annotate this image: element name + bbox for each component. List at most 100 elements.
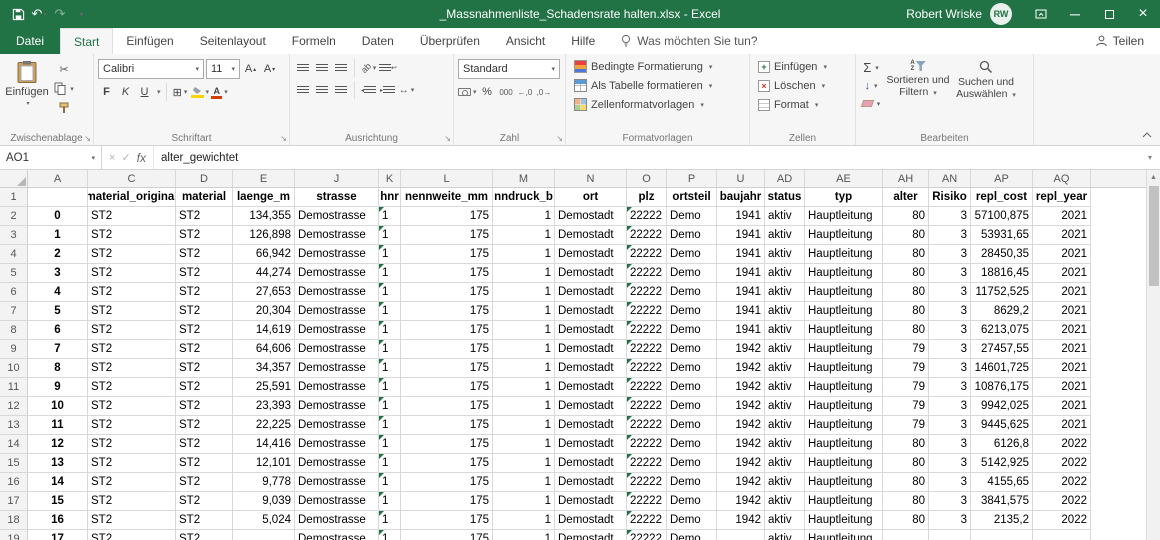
font-color-button[interactable]: A▾ [211,83,228,101]
cell-AP17[interactable]: 3841,575 [971,492,1033,511]
cell-C1[interactable]: material_original [88,188,176,207]
cell-J10[interactable]: Demostrasse [295,359,379,378]
cell-E13[interactable]: 22,225 [233,416,295,435]
copy-button[interactable]: ▾ [53,80,75,97]
cell-U15[interactable]: 1942 [717,454,765,473]
tab-hilfe[interactable]: Hilfe [558,28,608,54]
cell-N1[interactable]: ort [555,188,627,207]
cell-AQ18[interactable]: 2022 [1033,511,1091,530]
cell-AH10[interactable]: 79 [883,359,929,378]
cell-L12[interactable]: 175 [401,397,493,416]
font-dialog-launcher[interactable]: ↘ [280,135,287,143]
cell-AD11[interactable]: aktiv [765,378,805,397]
cell-L18[interactable]: 175 [401,511,493,530]
cell-AN7[interactable]: 3 [929,302,971,321]
tab-formeln[interactable]: Formeln [279,28,349,54]
cell-AQ16[interactable]: 2022 [1033,473,1091,492]
column-header-AN[interactable]: AN [929,170,971,187]
conditional-formatting-button[interactable]: Bedingte Formatierung ▾ [574,57,745,76]
cell-U2[interactable]: 1941 [717,207,765,226]
cell-J1[interactable]: strasse [295,188,379,207]
column-header-AQ[interactable]: AQ [1033,170,1091,187]
cell-AH7[interactable]: 80 [883,302,929,321]
cell-AQ11[interactable]: 2021 [1033,378,1091,397]
format-as-table-button[interactable]: Als Tabelle formatieren ▾ [574,76,745,95]
cell-O3[interactable]: 22222 [627,226,667,245]
cell-A10[interactable]: 8 [28,359,88,378]
cell-C15[interactable]: ST2 [88,454,176,473]
cell-A11[interactable]: 9 [28,378,88,397]
orientation-button[interactable]: ab▾ [360,59,377,77]
cell-N3[interactable]: Demostadt [555,226,627,245]
cell-E2[interactable]: 134,355 [233,207,295,226]
cell-M3[interactable]: 1 [493,226,555,245]
increase-indent-button[interactable]: ▸ [379,81,396,99]
cell-AD1[interactable]: status [765,188,805,207]
row-header-13[interactable]: 13 [0,416,28,435]
cell-AQ5[interactable]: 2021 [1033,264,1091,283]
cell-E18[interactable]: 5,024 [233,511,295,530]
cell-M7[interactable]: 1 [493,302,555,321]
merge-center-button[interactable]: ↔▾ [398,81,415,99]
cell-AQ14[interactable]: 2022 [1033,435,1091,454]
cell-AQ7[interactable]: 2021 [1033,302,1091,321]
row-header-12[interactable]: 12 [0,397,28,416]
cell-AN8[interactable]: 3 [929,321,971,340]
cell-styles-button[interactable]: Zellenformatvorlagen ▾ [574,95,745,114]
cell-J4[interactable]: Demostrasse [295,245,379,264]
cell-C5[interactable]: ST2 [88,264,176,283]
cell-AP15[interactable]: 5142,925 [971,454,1033,473]
cell-AH14[interactable]: 80 [883,435,929,454]
alignment-dialog-launcher[interactable]: ↘ [444,135,451,143]
row-header-11[interactable]: 11 [0,378,28,397]
cell-L15[interactable]: 175 [401,454,493,473]
cell-AN2[interactable]: 3 [929,207,971,226]
tab-ansicht[interactable]: Ansicht [493,28,558,54]
cell-J7[interactable]: Demostrasse [295,302,379,321]
cell-L3[interactable]: 175 [401,226,493,245]
cell-AN17[interactable]: 3 [929,492,971,511]
cell-O14[interactable]: 22222 [627,435,667,454]
cell-D12[interactable]: ST2 [176,397,233,416]
column-header-AH[interactable]: AH [883,170,929,187]
cell-N6[interactable]: Demostadt [555,283,627,302]
cell-D16[interactable]: ST2 [176,473,233,492]
cell-D6[interactable]: ST2 [176,283,233,302]
cell-AQ9[interactable]: 2021 [1033,340,1091,359]
cell-O10[interactable]: 22222 [627,359,667,378]
cell-AE2[interactable]: Hauptleitung [805,207,883,226]
row-header-9[interactable]: 9 [0,340,28,359]
tab-seitenlayout[interactable]: Seitenlayout [187,28,279,54]
row-header-7[interactable]: 7 [0,302,28,321]
cell-AD18[interactable]: aktiv [765,511,805,530]
cell-E11[interactable]: 25,591 [233,378,295,397]
cell-M16[interactable]: 1 [493,473,555,492]
cell-N8[interactable]: Demostadt [555,321,627,340]
cell-AN19[interactable] [929,530,971,540]
cell-C10[interactable]: ST2 [88,359,176,378]
column-header-O[interactable]: O [627,170,667,187]
cell-AH13[interactable]: 79 [883,416,929,435]
cell-AD13[interactable]: aktiv [765,416,805,435]
cell-L13[interactable]: 175 [401,416,493,435]
cell-AQ13[interactable]: 2021 [1033,416,1091,435]
cell-O4[interactable]: 22222 [627,245,667,264]
cell-AE12[interactable]: Hauptleitung [805,397,883,416]
cell-AH9[interactable]: 79 [883,340,929,359]
column-header-AD[interactable]: AD [765,170,805,187]
cell-AE11[interactable]: Hauptleitung [805,378,883,397]
cell-AN1[interactable]: Risiko [929,188,971,207]
cell-AQ1[interactable]: repl_year [1033,188,1091,207]
cell-AD4[interactable]: aktiv [765,245,805,264]
cell-K16[interactable]: 1 [379,473,401,492]
clear-button[interactable]: ▾ [860,95,882,112]
cell-C9[interactable]: ST2 [88,340,176,359]
scrollbar-thumb[interactable] [1149,186,1159,286]
cell-D3[interactable]: ST2 [176,226,233,245]
cell-AP1[interactable]: repl_cost [971,188,1033,207]
column-header-AE[interactable]: AE [805,170,883,187]
cell-J9[interactable]: Demostrasse [295,340,379,359]
cell-J12[interactable]: Demostrasse [295,397,379,416]
cell-AE17[interactable]: Hauptleitung [805,492,883,511]
cell-AN3[interactable]: 3 [929,226,971,245]
